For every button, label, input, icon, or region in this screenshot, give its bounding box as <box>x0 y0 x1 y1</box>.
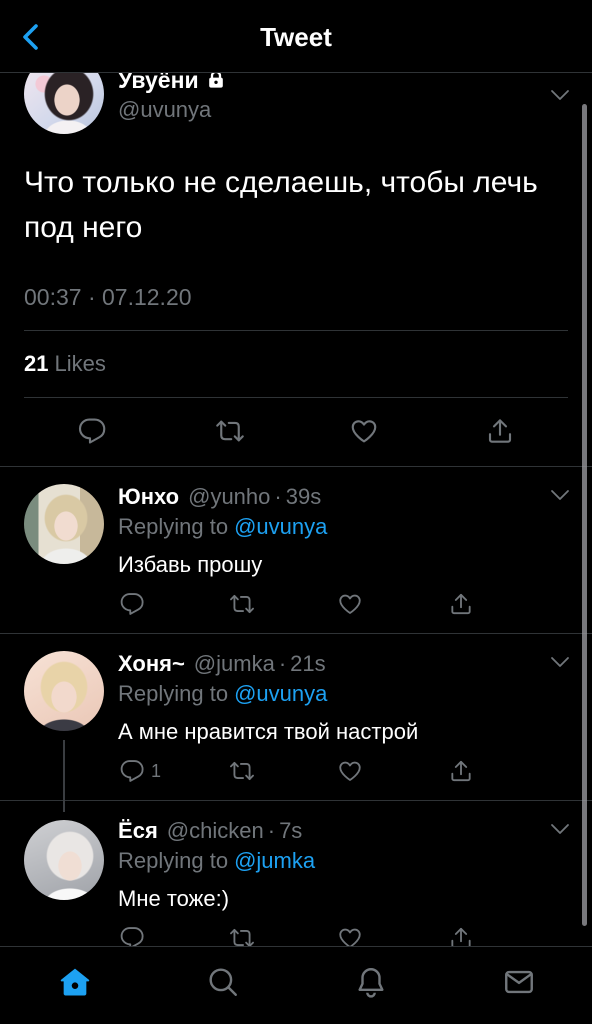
tweet-text: Что только не сделаешь, чтобы лечь под н… <box>24 166 538 244</box>
reply-icon[interactable] <box>77 416 107 446</box>
replying-label: Replying to <box>118 848 229 873</box>
retweet-icon[interactable] <box>229 758 255 784</box>
tweet-age: 7s <box>279 818 303 843</box>
mention-link[interactable]: @uvunya <box>234 681 327 706</box>
divider <box>24 330 568 331</box>
author-handle: @chicken <box>166 818 264 843</box>
mention-link[interactable]: @jumka <box>234 848 315 873</box>
chevron-down-icon[interactable] <box>550 489 570 501</box>
reply-header: Юнхо @yunho · 39s <box>118 484 321 510</box>
reply-tweet[interactable]: Юнхо @yunho · 39s Replying to @uvunya Избавь… <box>0 466 592 633</box>
replying-label: Replying to <box>118 514 229 539</box>
mail-icon[interactable] <box>502 965 536 999</box>
author-name[interactable]: Ёся <box>118 818 158 843</box>
likes-count-link[interactable]: 21 Likes <box>24 351 106 377</box>
avatar[interactable] <box>24 651 104 731</box>
chevron-down-icon[interactable] <box>550 89 570 101</box>
divider <box>24 397 568 398</box>
reply-icon[interactable] <box>119 591 145 617</box>
tweet-timestamp: 00:37 · 07.12.20 <box>24 284 192 310</box>
reply-tweet[interactable]: Ёся @chicken · 7s Replying to @jumka Мне тож… <box>0 800 592 967</box>
likes-label: Likes <box>54 351 106 376</box>
separator-dot: · <box>267 818 276 843</box>
avatar[interactable] <box>24 484 104 564</box>
bottom-tab-bar <box>0 946 592 1024</box>
retweet-icon[interactable] <box>215 416 245 446</box>
reply-header: Ёся @chicken · 7s <box>118 818 302 844</box>
reply-header: Хоня~ @jumka · 21s <box>118 651 326 677</box>
page-title: Tweet <box>260 22 332 52</box>
share-icon[interactable] <box>448 758 474 784</box>
retweet-icon[interactable] <box>229 591 255 617</box>
likes-count: 21 <box>24 351 49 376</box>
home-icon[interactable] <box>58 965 92 999</box>
mention-link[interactable]: @uvunya <box>234 514 327 539</box>
author-name[interactable]: Хоня~ <box>118 651 185 676</box>
replying-to: Replying to @jumka <box>118 848 315 874</box>
top-navigation-bar: Tweet <box>0 0 592 73</box>
author-handle: @jumka <box>193 651 275 676</box>
share-icon[interactable] <box>485 416 515 446</box>
like-icon[interactable] <box>337 758 363 784</box>
tweet-text: Мне тоже:) <box>118 886 230 911</box>
tweet-text: Избавь прошу <box>118 552 263 577</box>
chevron-down-icon[interactable] <box>550 823 570 835</box>
reply-tweet[interactable]: Хоня~ @jumka · 21s Replying to @uvunya А мне… <box>0 633 592 800</box>
tweet-text: А мне нравится твой настрой <box>118 719 419 744</box>
reply-icon[interactable] <box>119 758 145 784</box>
author-handle: @uvunya <box>118 97 212 122</box>
search-icon[interactable] <box>206 965 240 999</box>
replying-to: Replying to @uvunya <box>118 681 327 707</box>
chevron-down-icon[interactable] <box>550 656 570 668</box>
separator-dot: · <box>274 484 282 509</box>
replying-to: Replying to @uvunya <box>118 514 327 540</box>
avatar[interactable] <box>24 820 104 900</box>
scrollbar[interactable] <box>582 104 587 926</box>
separator-dot: · <box>278 651 287 676</box>
replying-label: Replying to <box>118 681 229 706</box>
bell-icon[interactable] <box>354 965 388 999</box>
like-icon[interactable] <box>349 416 379 446</box>
tweet-age: 21s <box>290 651 326 676</box>
share-icon[interactable] <box>448 591 474 617</box>
author-handle: @yunho <box>188 484 271 509</box>
reply-count: 1 <box>151 761 162 781</box>
like-icon[interactable] <box>337 591 363 617</box>
author-name[interactable]: Юнхо <box>118 484 179 509</box>
tweet-age: 39s <box>285 484 322 509</box>
